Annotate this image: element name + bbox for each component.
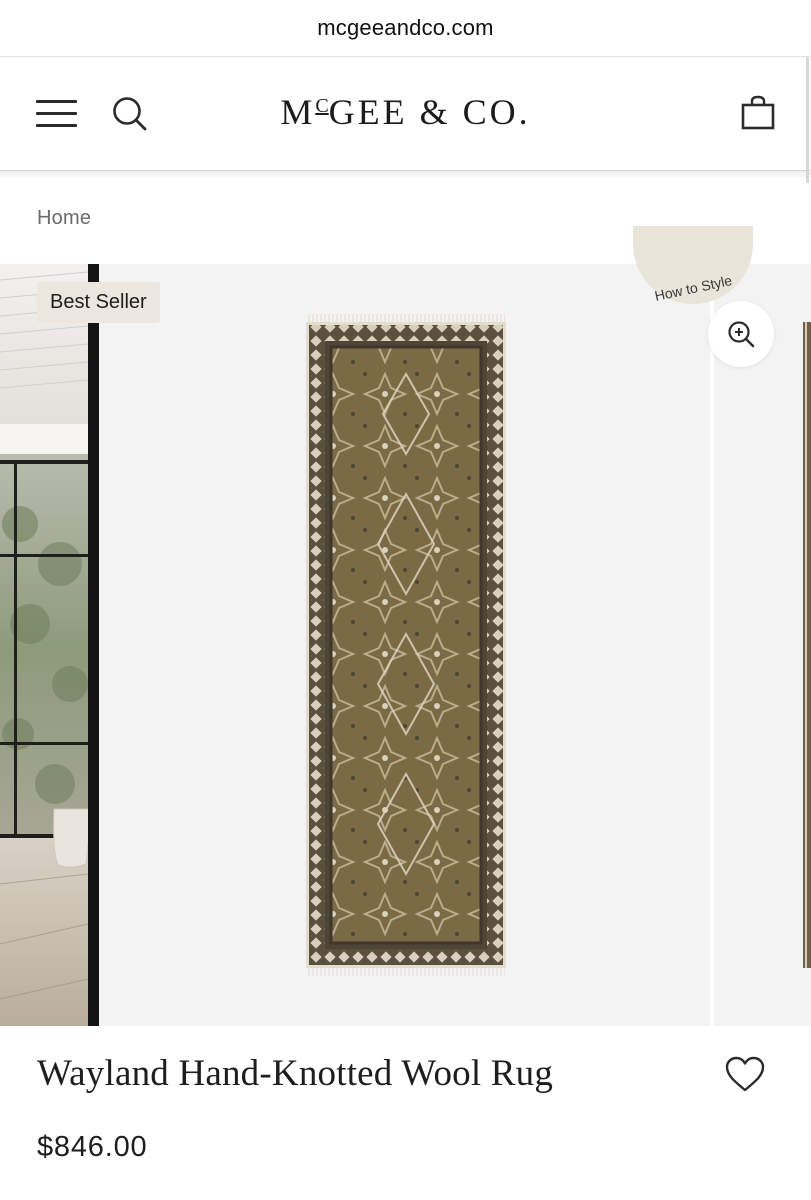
rug-product-image xyxy=(306,314,506,976)
product-price: $846.00 xyxy=(37,1131,148,1163)
breadcrumb-home[interactable]: Home xyxy=(37,207,91,230)
zoom-button[interactable] xyxy=(708,301,774,367)
gallery-slide-next[interactable] xyxy=(714,264,811,1026)
cart-button[interactable] xyxy=(740,95,776,131)
next-rug-image xyxy=(803,322,811,968)
brand-logo[interactable]: MCGEE & CO. xyxy=(0,91,811,133)
gallery-slide-room-photo[interactable] xyxy=(0,264,99,1026)
browser-url-bar[interactable]: mcgeeandco.com xyxy=(0,0,811,57)
header-divider xyxy=(0,171,811,177)
product-title: Wayland Hand-Knotted Wool Rug xyxy=(37,1053,554,1094)
zoom-in-icon xyxy=(728,321,755,348)
shopping-bag-icon xyxy=(741,95,775,130)
best-seller-badge: Best Seller xyxy=(37,282,160,323)
heart-icon xyxy=(725,1056,765,1092)
gallery-slide-main[interactable] xyxy=(99,264,710,1026)
url-text: mcgeeandco.com xyxy=(317,15,494,40)
add-to-wishlist-button[interactable] xyxy=(724,1055,766,1093)
room-photo-image xyxy=(0,264,99,1026)
product-image-gallery[interactable] xyxy=(0,264,811,1026)
